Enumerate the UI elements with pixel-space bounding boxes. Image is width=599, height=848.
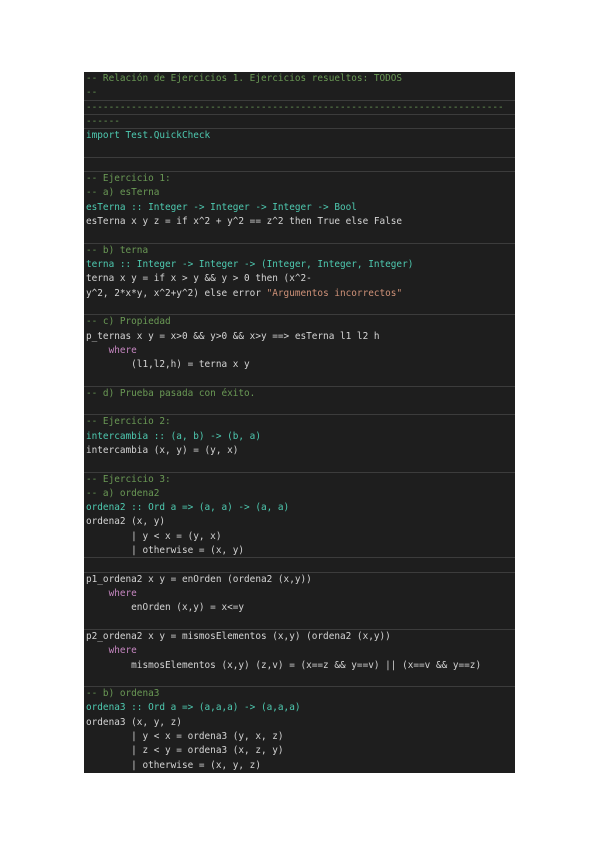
line-text: | otherwise = (x, y, z) bbox=[86, 759, 261, 771]
code-line: | y < x = ordena3 (y, x, z) bbox=[84, 730, 515, 744]
comment-line: -- Ejercicio 3: bbox=[84, 473, 515, 487]
blank-line bbox=[84, 458, 515, 473]
blank-line bbox=[84, 158, 515, 173]
comment-line: -- bbox=[84, 86, 515, 101]
code-line: ordena2 (x, y) bbox=[84, 515, 515, 529]
line-text: -- d) Prueba pasada con éxito. bbox=[86, 387, 256, 399]
line-text: -- Ejercicio 2: bbox=[86, 416, 171, 428]
code-line: y^2, 2*x*y, x^2+y^2) else error "Argumen… bbox=[84, 287, 515, 301]
code-line: | otherwise = (x, y, z) bbox=[84, 759, 515, 773]
comment-line: -- Ejercicio 1: bbox=[84, 172, 515, 186]
code-block: -- Relación de Ejercicios 1. Ejercicios … bbox=[84, 72, 515, 773]
comment-line: ------ bbox=[84, 115, 515, 130]
line-text: intercambia :: (a, b) -> (b, a) bbox=[86, 430, 261, 442]
line-text: -- bbox=[86, 87, 98, 99]
line-text: | y < x = ordena3 (y, x, z) bbox=[86, 731, 284, 743]
line-text: -- b) ordena3 bbox=[86, 688, 160, 700]
line-text: -- c) Propiedad bbox=[86, 316, 171, 328]
line-text: (l1,l2,h) = terna x y bbox=[86, 359, 250, 371]
line-text: mismosElementos (x,y) (z,v) = (x==z && y… bbox=[86, 659, 482, 671]
code-line: p2_ordena2 x y = mismosElementos (x,y) (… bbox=[84, 630, 515, 644]
code-line: ordena2 :: Ord a => (a, a) -> (a, a) bbox=[84, 501, 515, 515]
code-line: ordena3 (x, y, z) bbox=[84, 716, 515, 730]
line-text: -- a) esTerna bbox=[86, 187, 160, 199]
comment-line: -- Ejercicio 2: bbox=[84, 415, 515, 429]
code-line: (l1,l2,h) = terna x y bbox=[84, 358, 515, 372]
line-text: -- Ejercicio 3: bbox=[86, 473, 171, 485]
comment-line: ----------------------------------------… bbox=[84, 101, 515, 115]
comment-line: -- b) terna bbox=[84, 244, 515, 258]
line-text: | otherwise = (x, y) bbox=[86, 545, 245, 557]
line-text: | y < x = (y, x) bbox=[86, 530, 222, 542]
blank-line bbox=[84, 616, 515, 630]
blank-line bbox=[84, 229, 515, 244]
line-text: terna x y = if x > y && y > 0 then (x^2- bbox=[86, 273, 312, 285]
code-line: where bbox=[84, 644, 515, 658]
code-line: p_ternas x y = x>0 && y>0 && x>y ==> esT… bbox=[84, 330, 515, 344]
code-line: ordena3 :: Ord a => (a,a,a) -> (a,a,a) bbox=[84, 701, 515, 715]
line-text: esTerna x y z = if x^2 + y^2 == z^2 then… bbox=[86, 216, 403, 228]
line-text: ordena3 (x, y, z) bbox=[86, 716, 182, 728]
blank-line bbox=[84, 372, 515, 387]
line-text: enOrden (x,y) = x<=y bbox=[86, 602, 245, 614]
code-line: terna x y = if x > y && y > 0 then (x^2- bbox=[84, 272, 515, 286]
line-text: -- a) ordena2 bbox=[86, 487, 160, 499]
line-text: ordena3 :: Ord a => (a,a,a) -> (a,a,a) bbox=[86, 702, 301, 714]
line-text: intercambia (x, y) = (y, x) bbox=[86, 444, 239, 456]
blank-line bbox=[84, 301, 515, 316]
line-text: -- Ejercicio 1: bbox=[86, 173, 171, 185]
line-text: ----------------------------------------… bbox=[86, 101, 504, 113]
line-text: where bbox=[86, 645, 137, 657]
comment-line: -- c) Propiedad bbox=[84, 315, 515, 329]
line-text: p_ternas x y = x>0 && y>0 && x>y ==> esT… bbox=[86, 330, 380, 342]
code-line: | z < y = ordena3 (x, z, y) bbox=[84, 744, 515, 758]
comment-line: -- a) esTerna bbox=[84, 186, 515, 200]
line-text: p2_ordena2 x y = mismosElementos (x,y) (… bbox=[86, 630, 391, 642]
blank-line bbox=[84, 673, 515, 688]
code-line: intercambia (x, y) = (y, x) bbox=[84, 444, 515, 458]
comment-line: -- Relación de Ejercicios 1. Ejercicios … bbox=[84, 72, 515, 86]
code-line: intercambia :: (a, b) -> (b, a) bbox=[84, 430, 515, 444]
line-text: y^2, 2*x*y, x^2+y^2) else error "Argumen… bbox=[86, 287, 403, 299]
code-line: where bbox=[84, 587, 515, 601]
blank-line bbox=[84, 144, 515, 158]
line-text: import Test.QuickCheck bbox=[86, 130, 211, 142]
line-text: terna :: Integer -> Integer -> (Integer,… bbox=[86, 258, 414, 270]
code-line: esTerna :: Integer -> Integer -> Integer… bbox=[84, 201, 515, 215]
code-line: esTerna x y z = if x^2 + y^2 == z^2 then… bbox=[84, 215, 515, 229]
code-line: where bbox=[84, 344, 515, 358]
line-text: ------ bbox=[86, 115, 120, 127]
line-text: ordena2 :: Ord a => (a, a) -> (a, a) bbox=[86, 502, 290, 514]
line-text: where bbox=[86, 344, 137, 356]
line-text: where bbox=[86, 588, 137, 600]
code-line: | y < x = (y, x) bbox=[84, 530, 515, 544]
comment-line: -- a) ordena2 bbox=[84, 487, 515, 501]
line-text: -- b) terna bbox=[86, 244, 149, 256]
code-line: terna :: Integer -> Integer -> (Integer,… bbox=[84, 258, 515, 272]
line-text: ordena2 (x, y) bbox=[86, 516, 166, 528]
code-line: enOrden (x,y) = x<=y bbox=[84, 601, 515, 615]
code-line: import Test.QuickCheck bbox=[84, 129, 515, 143]
line-text: p1_ordena2 x y = enOrden (ordena2 (x,y)) bbox=[86, 573, 312, 585]
code-line: p1_ordena2 x y = enOrden (ordena2 (x,y)) bbox=[84, 573, 515, 587]
line-text: esTerna :: Integer -> Integer -> Integer… bbox=[86, 201, 357, 213]
comment-line: -- b) ordena3 bbox=[84, 687, 515, 701]
line-text: -- Relación de Ejercicios 1. Ejercicios … bbox=[86, 73, 403, 84]
blank-line bbox=[84, 401, 515, 416]
line-text: | z < y = ordena3 (x, z, y) bbox=[86, 745, 284, 757]
code-line: mismosElementos (x,y) (z,v) = (x==z && y… bbox=[84, 659, 515, 673]
blank-line bbox=[84, 558, 515, 573]
code-line: | otherwise = (x, y) bbox=[84, 544, 515, 559]
comment-line: -- d) Prueba pasada con éxito. bbox=[84, 387, 515, 401]
